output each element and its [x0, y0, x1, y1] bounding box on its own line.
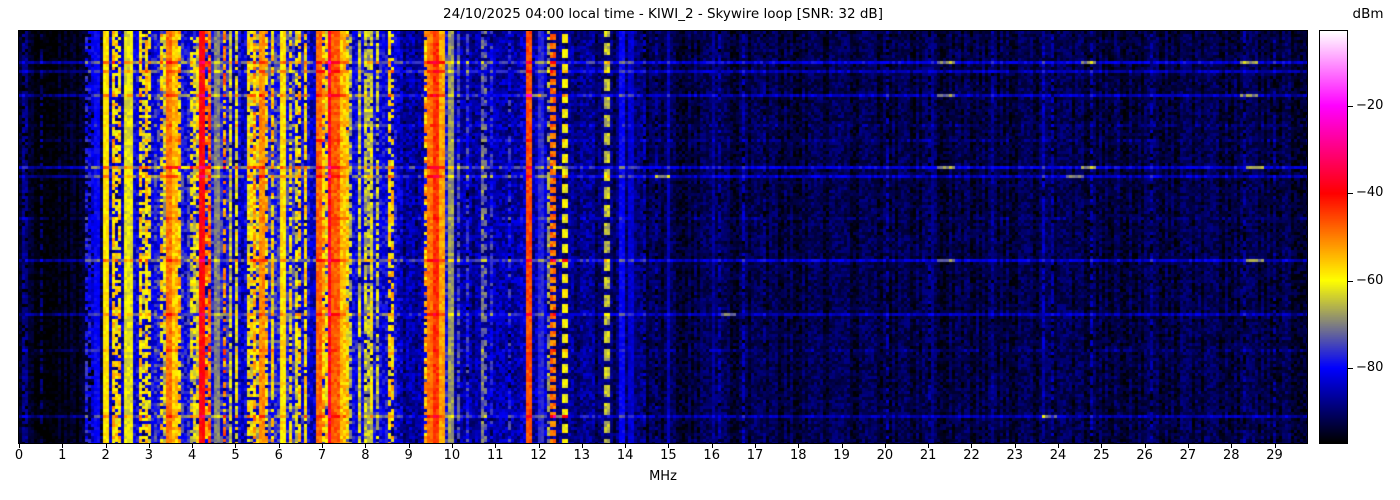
x-tick-mark — [1101, 444, 1103, 448]
x-tick-mark — [1274, 444, 1276, 448]
x-tick-label: 16 — [703, 448, 720, 463]
x-tick-label: 10 — [443, 448, 461, 463]
x-tick-label: 17 — [746, 448, 764, 463]
colorbar-tick-label: −40 — [1356, 185, 1384, 200]
x-tick-mark — [19, 444, 20, 448]
x-tick-label: 24 — [1049, 448, 1067, 463]
x-tick-mark — [1231, 444, 1233, 448]
x-tick-mark — [408, 444, 410, 448]
x-tick-mark — [928, 444, 930, 448]
x-tick-label: 29 — [1266, 448, 1283, 463]
x-tick-mark — [711, 444, 713, 448]
colorbar-tick-label: −20 — [1356, 98, 1384, 113]
x-tick-label: 9 — [404, 448, 413, 463]
x-tick-mark — [1144, 444, 1146, 448]
x-tick-mark — [192, 444, 194, 448]
colorbar-tick-label: −60 — [1356, 273, 1384, 288]
x-tick-mark — [1187, 444, 1189, 448]
x-tick-label: 5 — [231, 448, 240, 463]
x-tick-label: 23 — [1006, 448, 1024, 463]
x-tick-mark — [235, 444, 237, 448]
x-tick-label: 20 — [876, 448, 894, 463]
x-tick-label: 13 — [573, 448, 591, 463]
x-tick-mark — [1014, 444, 1016, 448]
colorbar-tick-mark — [1348, 193, 1353, 194]
x-tick-mark — [668, 444, 670, 448]
x-tick-mark — [62, 444, 64, 448]
x-tick-label: 27 — [1179, 448, 1197, 463]
x-tick-mark — [495, 444, 497, 448]
x-tick-mark — [148, 444, 150, 448]
x-tick-label: 28 — [1222, 448, 1240, 463]
plot-area — [18, 30, 1308, 444]
x-tick-label: 15 — [660, 448, 677, 463]
spectrogram-heatmap — [19, 31, 1307, 443]
x-tick-label: 6 — [274, 448, 283, 463]
plot-title: 24/10/2025 04:00 local time - KIWI_2 - S… — [443, 6, 883, 22]
x-tick-label: 11 — [486, 448, 504, 463]
colorbar-tick-label: −80 — [1356, 360, 1384, 375]
colorbar-tick-mark — [1348, 368, 1353, 369]
x-tick-label: 22 — [963, 448, 980, 463]
x-tick-label: 12 — [530, 448, 547, 463]
x-tick-mark — [971, 444, 973, 448]
x-tick-label: 2 — [101, 448, 110, 463]
x-tick-mark — [322, 444, 324, 448]
x-tick-label: 25 — [1093, 448, 1110, 463]
x-tick-label: 14 — [616, 448, 634, 463]
spectrogram-figure: 24/10/2025 04:00 local time - KIWI_2 - S… — [0, 0, 1400, 500]
x-tick-label: 19 — [833, 448, 850, 463]
colorbar-tick-mark — [1348, 106, 1353, 107]
x-tick-label: 26 — [1136, 448, 1153, 463]
x-tick-mark — [278, 444, 280, 448]
colorbar-unit-label: dBm — [1352, 6, 1384, 22]
x-tick-mark — [755, 444, 756, 448]
colorbar-gradient — [1320, 31, 1347, 443]
x-tick-mark — [538, 444, 540, 448]
x-tick-label: 1 — [58, 448, 67, 463]
x-tick-label: 21 — [919, 448, 937, 463]
x-tick-mark — [581, 444, 583, 448]
x-tick-label: 0 — [14, 448, 24, 463]
x-tick-label: 18 — [790, 448, 807, 463]
colorbar-tick-mark — [1348, 281, 1353, 282]
x-tick-mark — [105, 444, 107, 448]
colorbar — [1319, 30, 1348, 444]
x-tick-mark — [451, 444, 453, 448]
x-tick-mark — [798, 444, 800, 448]
x-tick-mark — [884, 444, 886, 448]
x-tick-mark — [841, 444, 843, 448]
x-tick-label: 4 — [188, 448, 197, 463]
x-tick-label: 7 — [317, 448, 327, 463]
x-tick-mark — [1058, 444, 1060, 448]
x-axis-label: MHz — [649, 469, 677, 484]
x-tick-label: 8 — [361, 448, 370, 463]
x-tick-label: 3 — [144, 448, 154, 463]
x-tick-mark — [365, 444, 367, 448]
x-tick-mark — [625, 444, 627, 448]
